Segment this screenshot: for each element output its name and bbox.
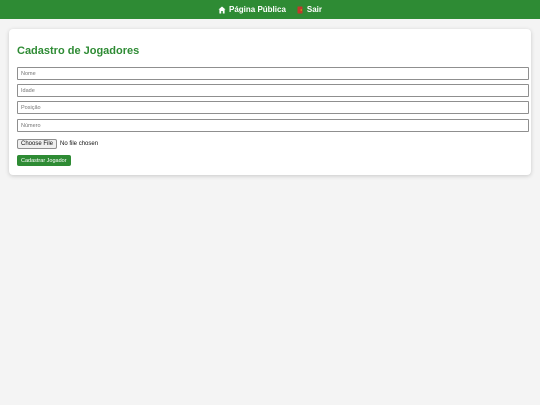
nome-input[interactable] xyxy=(17,67,529,80)
player-form-card: Cadastro de Jogadores Choose File No fil… xyxy=(9,29,531,175)
nav-link-public-page[interactable]: Página Pública xyxy=(218,5,286,14)
idade-input[interactable] xyxy=(17,84,529,97)
house-icon xyxy=(218,6,226,14)
file-upload-row: Choose File No file chosen xyxy=(17,139,98,149)
nav-link-logout-label: Sair xyxy=(306,5,323,14)
top-navbar: Página Pública Sair xyxy=(0,0,540,19)
numero-input[interactable] xyxy=(17,119,529,132)
nav-link-logout[interactable]: Sair xyxy=(296,5,322,14)
choose-file-button[interactable]: Choose File xyxy=(17,139,58,149)
nav-link-public-page-label: Página Pública xyxy=(228,5,286,14)
register-player-button[interactable]: Cadastrar Jogador xyxy=(17,155,71,166)
form-title: Cadastro de Jogadores xyxy=(17,45,140,57)
file-status: No file chosen xyxy=(60,141,99,147)
posicao-input[interactable] xyxy=(17,101,529,114)
door-exit-icon xyxy=(296,6,304,14)
